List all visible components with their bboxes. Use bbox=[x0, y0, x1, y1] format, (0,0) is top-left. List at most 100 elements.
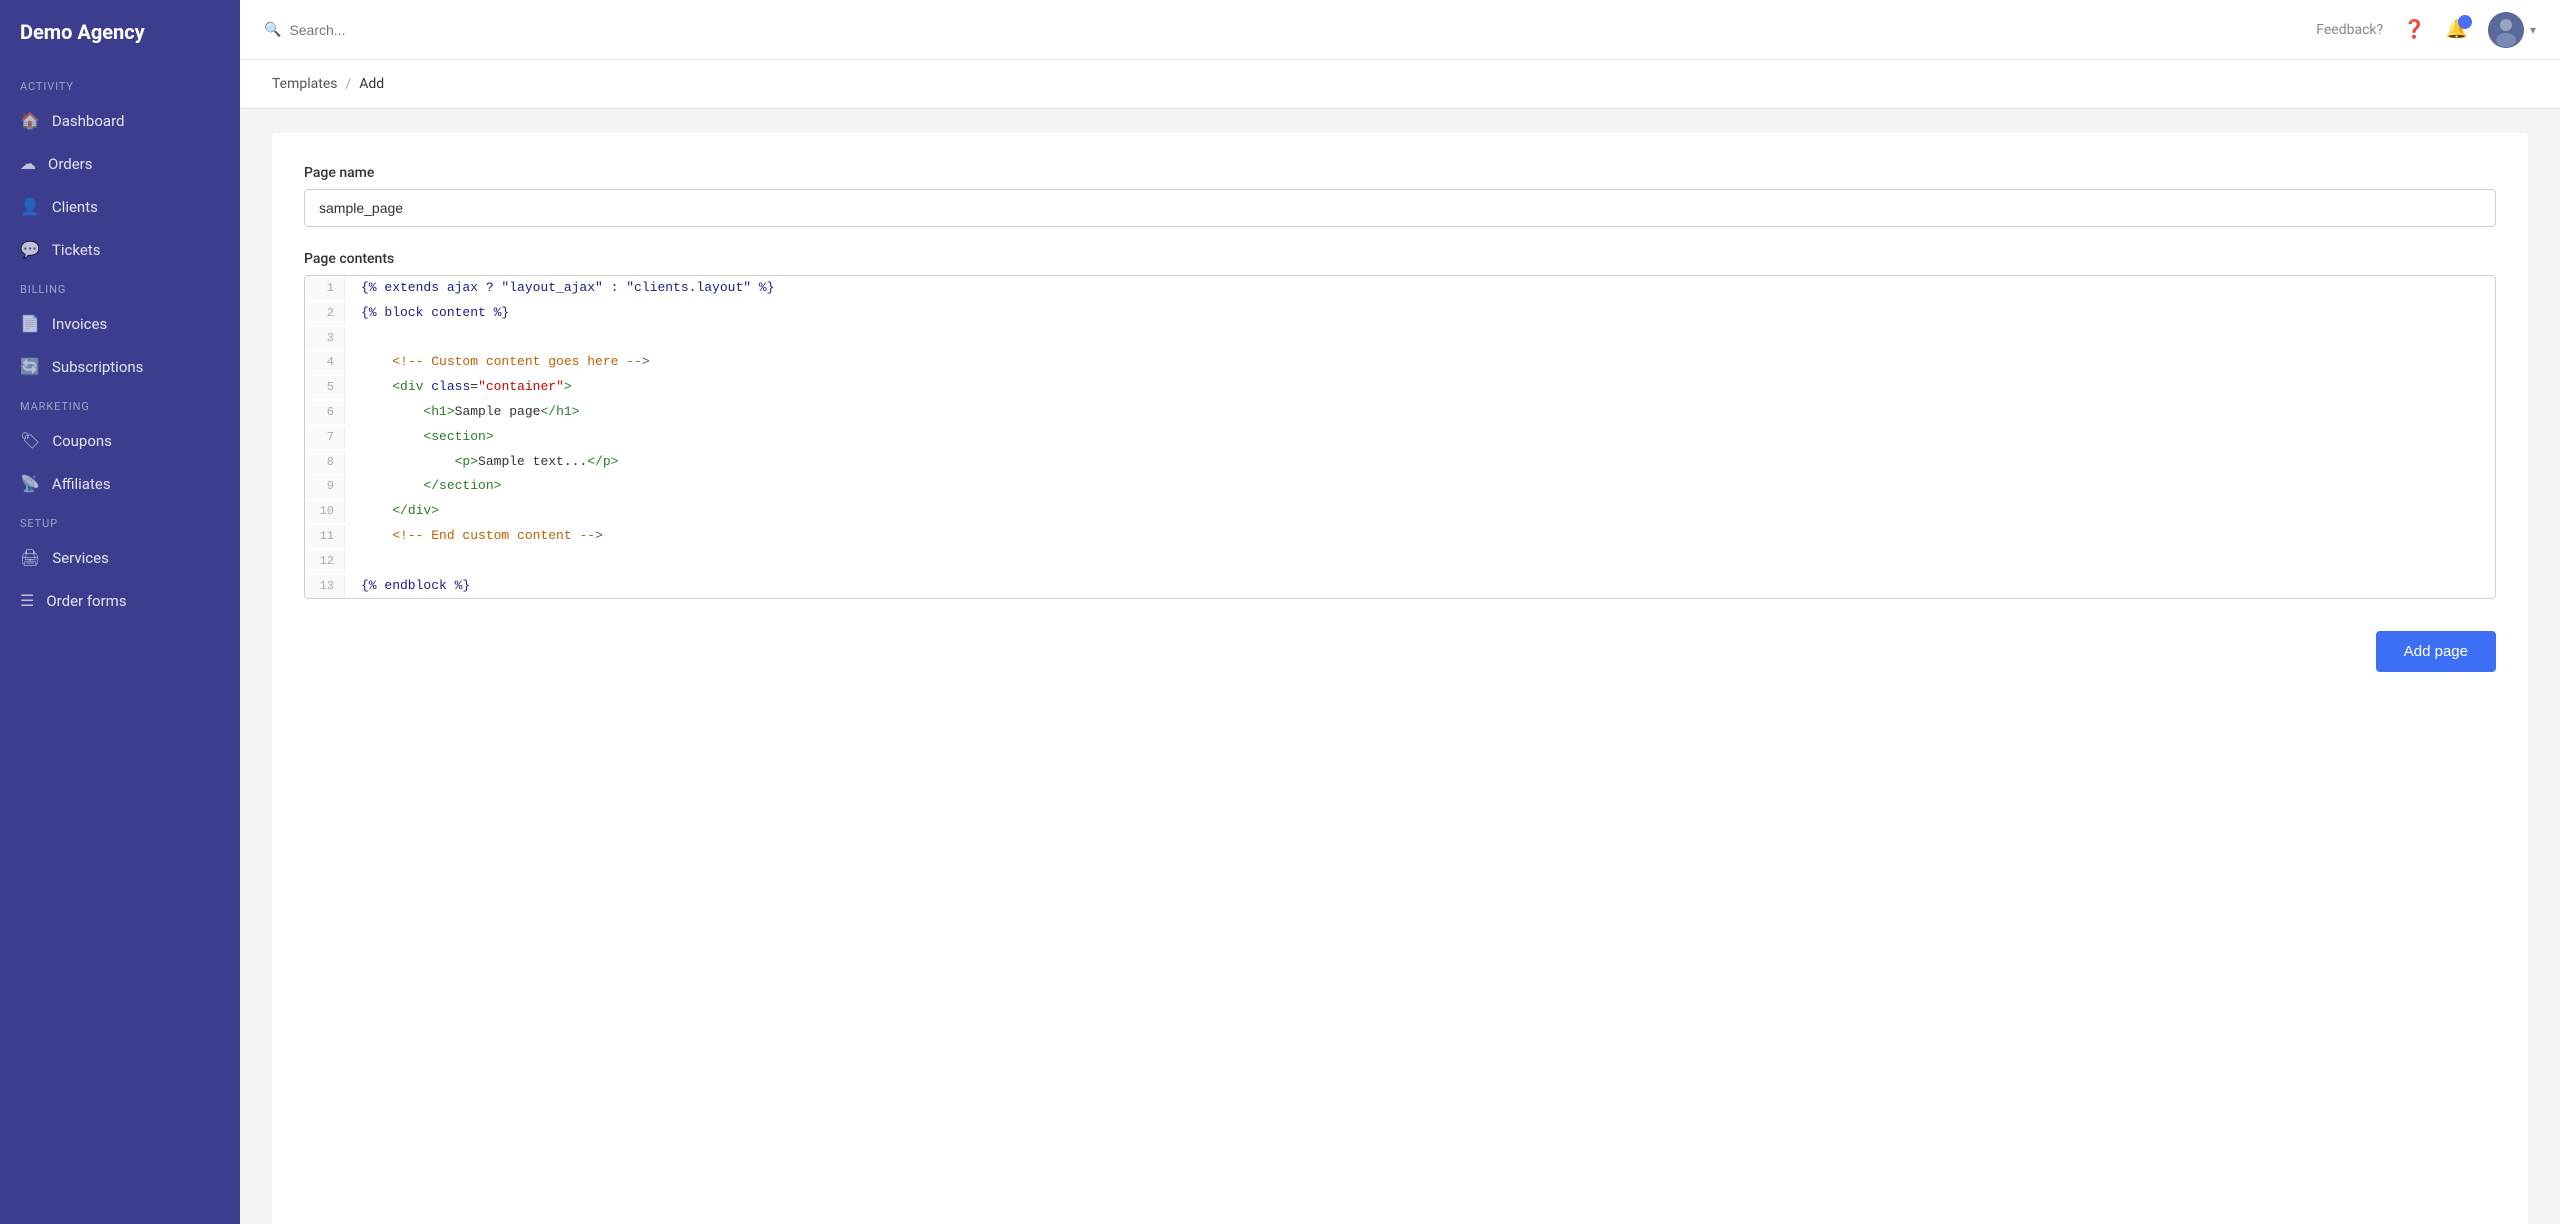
line-number: 2 bbox=[305, 302, 345, 325]
sidebar-item-label-clients: Clients bbox=[52, 198, 98, 216]
sidebar-section-setup: SETUP bbox=[0, 505, 240, 536]
search-container: 🔍 bbox=[264, 22, 664, 38]
sidebar-item-dashboard[interactable]: 🏠 Dashboard bbox=[0, 99, 240, 142]
topbar: 🔍 Feedback? ❓ 🔔 ▾ bbox=[240, 0, 2560, 60]
notification-icon[interactable]: 🔔 bbox=[2446, 19, 2468, 40]
code-line: 13{% endblock %} bbox=[305, 574, 2495, 599]
line-content: <p>Sample text...</p> bbox=[345, 450, 634, 475]
tickets-icon: 💬 bbox=[20, 240, 40, 259]
line-number: 9 bbox=[305, 475, 345, 498]
user-avatar-wrap[interactable]: ▾ bbox=[2488, 12, 2536, 48]
breadcrumb: Templates / Add bbox=[240, 60, 2560, 109]
form-card: Page name Page contents 1{% extends ajax… bbox=[272, 133, 2528, 1224]
sidebar-item-tickets[interactable]: 💬 Tickets bbox=[0, 228, 240, 271]
line-number: 11 bbox=[305, 525, 345, 548]
sidebar-item-coupons[interactable]: 🏷 Coupons bbox=[0, 419, 240, 462]
order-forms-icon: ☰ bbox=[20, 591, 34, 610]
sidebar-item-label-tickets: Tickets bbox=[52, 241, 101, 259]
add-page-button[interactable]: Add page bbox=[2376, 631, 2496, 672]
search-icon: 🔍 bbox=[264, 22, 281, 38]
line-content bbox=[345, 326, 385, 351]
sidebar-item-services[interactable]: 🖨 Services bbox=[0, 536, 240, 579]
sidebar-item-affiliates[interactable]: 📡Affiliates bbox=[0, 462, 240, 505]
help-icon[interactable]: ❓ bbox=[2403, 19, 2425, 40]
clients-icon: 👤 bbox=[20, 197, 40, 216]
orders-icon: ☁ bbox=[20, 154, 36, 173]
line-number: 3 bbox=[305, 327, 345, 350]
line-number: 4 bbox=[305, 351, 345, 374]
notification-badge bbox=[2458, 15, 2472, 29]
sidebar-item-label-coupons: Coupons bbox=[52, 432, 112, 450]
code-line: 6 <h1>Sample page</h1> bbox=[305, 400, 2495, 425]
line-content: {% extends ajax ? "layout_ajax" : "clien… bbox=[345, 276, 790, 301]
code-line: 2{% block content %} bbox=[305, 301, 2495, 326]
line-number: 13 bbox=[305, 575, 345, 598]
code-editor[interactable]: 1{% extends ajax ? "layout_ajax" : "clie… bbox=[304, 275, 2496, 599]
page-name-group: Page name bbox=[304, 165, 2496, 227]
line-content: <h1>Sample page</h1> bbox=[345, 400, 596, 425]
line-content: </div> bbox=[345, 499, 455, 524]
page-contents-group: Page contents 1{% extends ajax ? "layout… bbox=[304, 251, 2496, 599]
line-number: 10 bbox=[305, 500, 345, 523]
sidebar: Demo Agency ACTIVITY 🏠 Dashboard ☁ Orders 👤 Cl… bbox=[0, 0, 240, 1224]
sidebar-section-activity: ACTIVITY bbox=[0, 68, 240, 99]
line-content bbox=[345, 549, 385, 574]
sidebar-item-label-subscriptions: Subscriptions bbox=[52, 358, 143, 376]
line-number: 1 bbox=[305, 277, 345, 300]
avatar-caret-icon: ▾ bbox=[2530, 23, 2536, 37]
sidebar-item-clients[interactable]: 👤 Clients bbox=[0, 185, 240, 228]
line-content: <!-- End custom content --> bbox=[345, 524, 619, 549]
sidebar-item-label-invoices: Invoices bbox=[52, 315, 107, 333]
dashboard-icon: 🏠 bbox=[20, 111, 40, 130]
code-line: 9 </section> bbox=[305, 474, 2495, 499]
code-line: 1{% extends ajax ? "layout_ajax" : "clie… bbox=[305, 276, 2495, 301]
code-line: 4 <!-- Custom content goes here --> bbox=[305, 350, 2495, 375]
breadcrumb-separator: / bbox=[346, 76, 352, 92]
line-number: 6 bbox=[305, 401, 345, 424]
line-number: 12 bbox=[305, 550, 345, 573]
sidebar-item-label-orders: Orders bbox=[48, 155, 93, 173]
code-line: 10 </div> bbox=[305, 499, 2495, 524]
avatar bbox=[2488, 12, 2524, 48]
feedback-link[interactable]: Feedback? bbox=[2316, 22, 2383, 38]
sidebar-item-label-order-forms: Order forms bbox=[46, 592, 126, 610]
line-number: 5 bbox=[305, 376, 345, 399]
services-icon: 🖨 bbox=[20, 548, 40, 567]
page-contents-label: Page contents bbox=[304, 251, 2496, 267]
subscriptions-icon: 🔄 bbox=[20, 357, 40, 376]
sidebar-item-invoices[interactable]: 📄 Invoices bbox=[0, 302, 240, 345]
invoices-icon: 📄 bbox=[20, 314, 40, 333]
sidebar-item-orders[interactable]: ☁ Orders bbox=[0, 142, 240, 185]
coupons-icon: 🏷 bbox=[20, 431, 40, 450]
brand-title: Demo Agency bbox=[0, 0, 240, 68]
line-number: 8 bbox=[305, 451, 345, 474]
sidebar-item-subscriptions[interactable]: 🔄 Subscriptions bbox=[0, 345, 240, 388]
content-area: Templates / Add Page name Page contents … bbox=[240, 60, 2560, 1224]
breadcrumb-parent[interactable]: Templates bbox=[272, 76, 338, 92]
sidebar-item-label-services: Services bbox=[52, 549, 109, 567]
sidebar-item-label-affiliates: Affiliates bbox=[52, 475, 111, 493]
main-content: 🔍 Feedback? ❓ 🔔 ▾ Templates / Add bbox=[240, 0, 2560, 1224]
page-name-input[interactable] bbox=[304, 189, 2496, 227]
topbar-right: Feedback? ❓ 🔔 ▾ bbox=[2316, 12, 2536, 48]
line-content: {% block content %} bbox=[345, 301, 525, 326]
line-content: <section> bbox=[345, 425, 510, 450]
search-input[interactable] bbox=[289, 22, 664, 38]
line-content: <!-- Custom content goes here --> bbox=[345, 350, 666, 375]
sidebar-item-label-dashboard: Dashboard bbox=[52, 112, 125, 130]
sidebar-item-order-forms[interactable]: ☰ Order forms bbox=[0, 579, 240, 622]
code-line: 3 bbox=[305, 326, 2495, 351]
code-line: 12 bbox=[305, 549, 2495, 574]
code-line: 5 <div class="container"> bbox=[305, 375, 2495, 400]
line-number: 7 bbox=[305, 426, 345, 449]
line-content: <div class="container"> bbox=[345, 375, 588, 400]
line-content: {% endblock %} bbox=[345, 574, 486, 599]
code-line: 8 <p>Sample text...</p> bbox=[305, 450, 2495, 475]
breadcrumb-current: Add bbox=[359, 76, 384, 92]
sidebar-section-billing: BILLING bbox=[0, 271, 240, 302]
page-name-label: Page name bbox=[304, 165, 2496, 181]
code-line: 11 <!-- End custom content --> bbox=[305, 524, 2495, 549]
form-footer: Add page bbox=[304, 631, 2496, 672]
code-line: 7 <section> bbox=[305, 425, 2495, 450]
sidebar-section-marketing: MARKETING bbox=[0, 388, 240, 419]
